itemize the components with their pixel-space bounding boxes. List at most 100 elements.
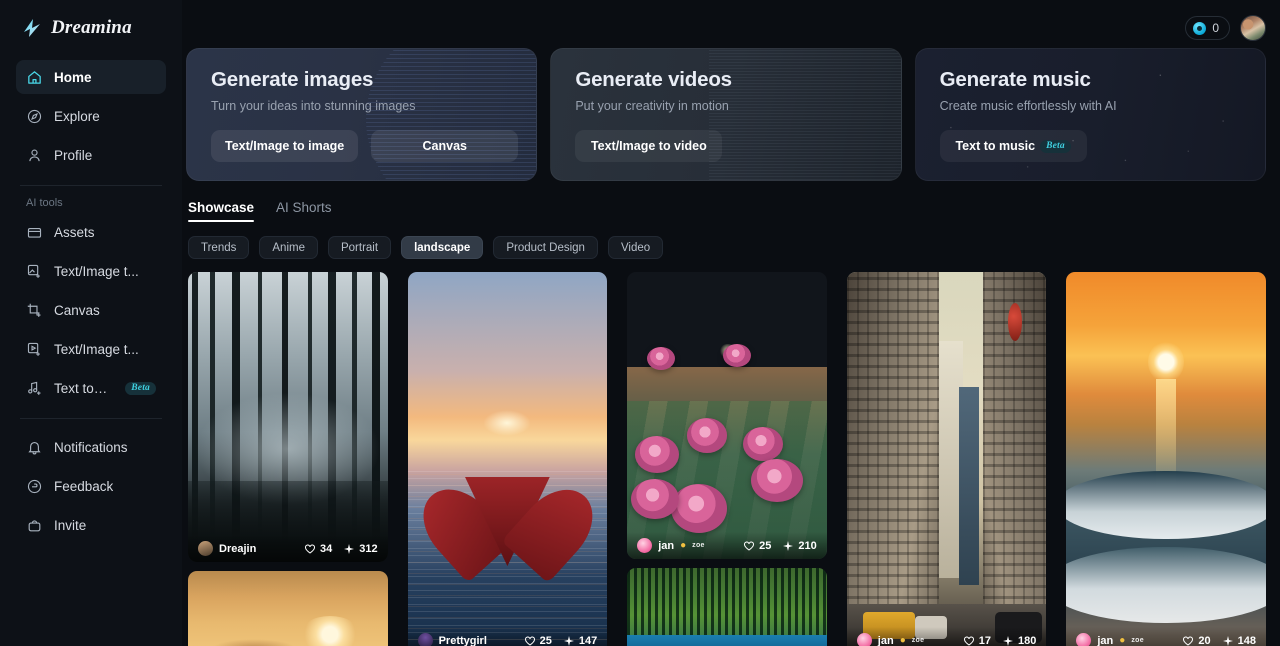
chip-landscape[interactable]: landscape <box>401 236 484 259</box>
filter-chips: Trends Anime Portrait landscape Product … <box>186 236 1266 259</box>
gallery-card[interactable]: Dreajin 34 312 <box>188 272 388 562</box>
card-stats: 25 210 <box>743 540 817 552</box>
text-to-music-button[interactable]: Text to music Beta <box>939 130 1087 162</box>
card-stats: 34 312 <box>304 543 378 555</box>
sidebar-divider-1 <box>20 185 162 186</box>
gallery-card[interactable] <box>627 568 827 646</box>
chip-trends[interactable]: Trends <box>188 236 250 259</box>
author[interactable]: Dreajin <box>198 541 256 556</box>
button-label: Text/Image to image <box>225 139 345 153</box>
chip-product-design[interactable]: Product Design <box>493 236 598 259</box>
chip-label: Video <box>620 241 651 254</box>
image-plus-icon <box>26 263 43 280</box>
author-name: jan <box>658 539 675 552</box>
promo-card-generate-music[interactable]: Generate music Create music effortlessly… <box>914 48 1266 181</box>
sidebar-item-label: Text/Image t... <box>54 341 139 357</box>
author[interactable]: jan ● zoe <box>637 538 705 553</box>
sidebar-item-text-image-to-video[interactable]: Text/Image t... <box>16 332 166 366</box>
promo-buttons: Text/Image to video <box>575 130 900 162</box>
spark-count: 147 <box>578 634 598 646</box>
heart-outline-icon <box>744 541 755 551</box>
sidebar-item-label: Invite <box>54 517 87 533</box>
spark-stat[interactable]: 180 <box>1002 635 1036 646</box>
spark-stat[interactable]: 147 <box>563 635 597 646</box>
user-avatar[interactable] <box>1240 15 1266 41</box>
credits-value: 0 <box>1212 21 1219 35</box>
location-pin-icon: ● <box>1119 635 1126 646</box>
misty-forest-image <box>188 272 388 562</box>
sparkle-diamond-icon <box>563 635 574 646</box>
canvas-button[interactable]: Canvas <box>371 130 519 162</box>
brand[interactable]: Dreamina <box>16 0 166 56</box>
golden-dunes-sunset-image <box>188 571 388 646</box>
gallery-card[interactable]: jan ● zoe 25 210 <box>627 272 827 559</box>
spark-stat[interactable]: 148 <box>1222 635 1256 646</box>
promo-card-generate-images[interactable]: Generate images Turn your ideas into stu… <box>186 48 538 181</box>
spark-count: 312 <box>359 542 378 555</box>
gallery-column: jan ● zoe 25 210 <box>627 272 827 646</box>
avatar <box>1076 633 1092 646</box>
sidebar-item-label: Feedback <box>54 478 114 494</box>
tab-ai-shorts[interactable]: AI Shorts <box>276 200 332 222</box>
avatar <box>856 633 872 646</box>
author[interactable]: jan ● zoe <box>1076 633 1144 646</box>
sidebar-item-text-image-to-image[interactable]: Text/Image t... <box>16 254 166 288</box>
sidebar-item-invite[interactable]: Invite <box>16 508 166 542</box>
like-count: 25 <box>539 634 552 646</box>
promo-title: Generate videos <box>575 68 732 91</box>
sidebar-item-label: Home <box>54 69 92 85</box>
sparkle-diamond-icon <box>1222 635 1233 646</box>
sidebar-divider-2 <box>20 418 162 419</box>
secondary-nav: Notifications Feedback Invite <box>16 430 166 542</box>
credits-badge[interactable]: 0 <box>1185 16 1230 40</box>
sidebar-item-canvas[interactable]: Canvas <box>16 293 166 327</box>
card-stats: 17 180 <box>963 635 1036 646</box>
sidebar-item-label: Text to music <box>54 380 109 396</box>
main-content: 0 Generate images Turn your ideas into s… <box>182 0 1280 646</box>
card-meta: jan ● zoe 25 210 <box>627 532 827 559</box>
author-name: jan <box>877 634 894 646</box>
text-image-to-video-button[interactable]: Text/Image to video <box>575 130 723 162</box>
like-stat[interactable]: 25 <box>524 635 552 646</box>
author[interactable]: Prettygirl <box>417 633 487 646</box>
sidebar-item-assets[interactable]: Assets <box>16 215 166 249</box>
like-stat[interactable]: 20 <box>1182 635 1211 646</box>
sidebar-item-profile[interactable]: Profile <box>16 138 166 172</box>
chip-video[interactable]: Video <box>607 236 664 259</box>
promo-subtitle: Put your creativity in motion <box>575 99 729 113</box>
home-icon <box>26 69 43 86</box>
content-area: Generate images Turn your ideas into stu… <box>182 0 1280 646</box>
spark-stat[interactable]: 312 <box>343 542 378 555</box>
gallery-card[interactable]: Prettygirl 25 147 <box>407 272 608 646</box>
gallery-card[interactable] <box>188 571 388 646</box>
gallery-card[interactable]: jan ● zoe 20 148 <box>1066 272 1266 646</box>
text-image-to-image-button[interactable]: Text/Image to image <box>211 130 359 162</box>
spark-stat[interactable]: 210 <box>782 539 817 552</box>
avatar <box>417 633 433 646</box>
tab-showcase[interactable]: Showcase <box>188 200 255 222</box>
author[interactable]: jan ● zoe <box>856 633 925 646</box>
like-count: 17 <box>978 634 992 646</box>
spark-count: 210 <box>798 539 817 552</box>
sparkle-star-icon <box>20 16 44 40</box>
like-stat[interactable]: 34 <box>304 543 332 555</box>
sidebar-item-label: Text/Image t... <box>54 263 139 279</box>
sidebar-item-text-to-music[interactable]: Text to music Beta <box>16 371 166 405</box>
like-stat[interactable]: 25 <box>743 540 771 552</box>
chip-portrait[interactable]: Portrait <box>327 236 392 259</box>
avatar <box>637 538 653 553</box>
author-suffix: zoe <box>1131 637 1144 644</box>
like-stat[interactable]: 17 <box>963 635 991 646</box>
sidebar-item-home[interactable]: Home <box>16 60 166 94</box>
sidebar-item-label: Notifications <box>54 439 128 455</box>
gallery-card[interactable]: jan ● zoe 17 180 <box>846 272 1047 646</box>
chip-anime[interactable]: Anime <box>259 236 318 259</box>
promo-subtitle: Turn your ideas into stunning images <box>211 99 416 113</box>
promo-card-generate-videos[interactable]: Generate videos Put your creativity in m… <box>550 48 902 181</box>
sparkle-diamond-icon <box>344 543 355 554</box>
credit-coin-icon <box>1193 21 1207 35</box>
sidebar-item-explore[interactable]: Explore <box>16 99 166 133</box>
sidebar-item-feedback[interactable]: Feedback <box>16 469 166 503</box>
card-meta: Prettygirl 25 147 <box>407 627 608 646</box>
sidebar-item-notifications[interactable]: Notifications <box>16 430 166 464</box>
